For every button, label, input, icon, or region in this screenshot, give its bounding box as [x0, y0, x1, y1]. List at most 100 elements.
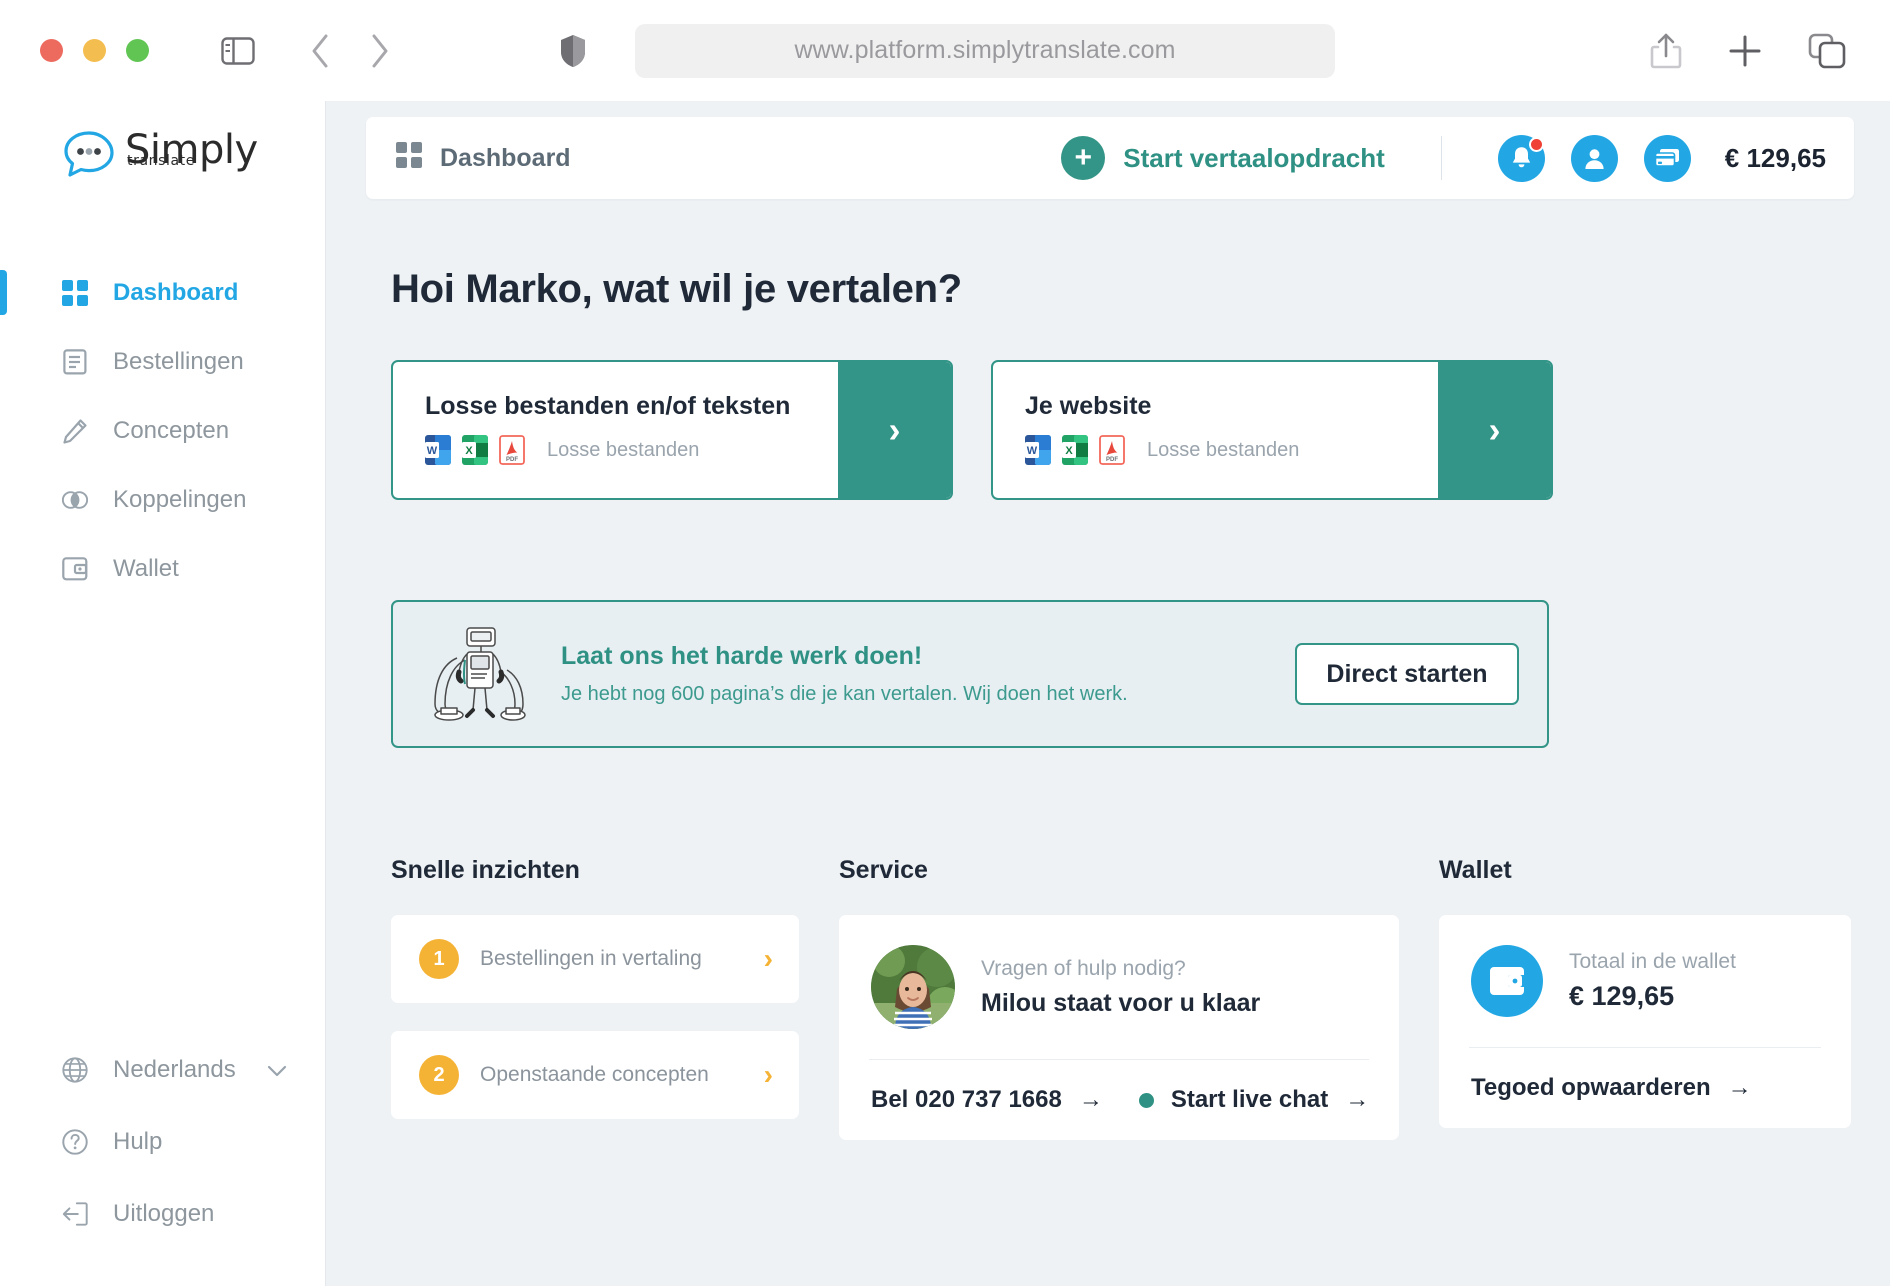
- topbar-icons: € 129,65: [1497, 134, 1826, 182]
- notification-badge: [1528, 136, 1544, 152]
- wallet-title: Wallet: [1439, 856, 1512, 884]
- back-arrow-icon[interactable]: [309, 33, 331, 69]
- document-icon: [62, 348, 88, 375]
- shield-icon[interactable]: [559, 33, 587, 69]
- arrow-right-icon: →: [1345, 1086, 1370, 1113]
- sidebar-item-label: Uitloggen: [113, 1200, 215, 1227]
- quick-insight-label: Openstaande concepten: [480, 1063, 709, 1086]
- wallet-total-label: Totaal in de wallet: [1569, 950, 1736, 973]
- option-card-sub: W X PDF Losse bestanden: [1025, 435, 1438, 465]
- file-type-icons: W X PDF: [1025, 435, 1125, 465]
- service-agent-name: Milou staat voor u klaar: [981, 988, 1261, 1017]
- dashboard-panels: Snelle inzichten 1 Bestellingen in verta…: [391, 856, 1854, 1147]
- live-chat-link[interactable]: Start live chat →: [1138, 1086, 1370, 1114]
- excel-file-icon: X: [462, 435, 488, 465]
- start-translation-button[interactable]: + Start vertaalopdracht: [1061, 136, 1385, 180]
- option-card-website[interactable]: Je website W X PDF Losse bestanden ›: [991, 360, 1553, 500]
- sidebar-item-concepten[interactable]: Concepten: [0, 396, 325, 465]
- quick-insight-row[interactable]: 1 Bestellingen in vertaling ›: [391, 915, 799, 1003]
- option-card-arrow[interactable]: ›: [1438, 362, 1551, 498]
- minimize-window-button[interactable]: [83, 39, 106, 62]
- plus-icon[interactable]: [1728, 34, 1762, 68]
- chevron-right-icon[interactable]: ›: [764, 943, 773, 975]
- page-title: Dashboard: [396, 141, 571, 175]
- app-sidebar: Simply translate Dashboard Bestellingen: [0, 101, 326, 1286]
- sidebar-item-hulp[interactable]: Hulp: [0, 1106, 325, 1178]
- tabs-overview-icon[interactable]: [1808, 33, 1846, 69]
- divider: [1440, 136, 1442, 180]
- sidebar-item-dashboard[interactable]: Dashboard: [0, 258, 325, 327]
- forward-arrow-icon[interactable]: [369, 33, 391, 69]
- service-question: Vragen of hulp nodig?: [981, 956, 1186, 980]
- question-circle-icon: [62, 1129, 88, 1155]
- bell-icon[interactable]: [1497, 134, 1545, 182]
- wallet-icon: [1471, 945, 1543, 1017]
- service-card-top: Vragen of hulp nodig? Milou staat voor u…: [839, 915, 1399, 1059]
- arrow-right-icon: →: [1078, 1086, 1103, 1113]
- pdf-file-icon: PDF: [499, 435, 525, 465]
- quick-insights-title: Snelle inzichten: [391, 856, 580, 884]
- wallet-total-amount: € 129,65: [1569, 981, 1675, 1011]
- promo-title: Laat ons het harde werk doen!: [561, 642, 923, 670]
- chevron-down-icon[interactable]: [267, 1056, 287, 1084]
- call-link[interactable]: Bel 020 737 1668 →: [871, 1086, 1103, 1114]
- option-card-sub: W X PDF Losse bestanden: [425, 435, 838, 465]
- chevron-right-icon[interactable]: ›: [764, 1059, 773, 1091]
- navigation-arrows: [309, 33, 391, 69]
- sidebar-item-koppelingen[interactable]: Koppelingen: [0, 465, 325, 534]
- wallet-labels: Totaal in de wallet € 129,65: [1569, 950, 1736, 1012]
- sidebar-item-wallet[interactable]: Wallet: [0, 534, 325, 603]
- browser-window: www.platform.simplytranslate.com Simply …: [0, 0, 1890, 1286]
- share-icon[interactable]: [1650, 32, 1682, 70]
- sidebar-item-bestellingen[interactable]: Bestellingen: [0, 327, 325, 396]
- pdf-file-icon: PDF: [1099, 435, 1125, 465]
- sidebar-bottom-nav: Nederlands Hulp Uitloggen: [0, 1034, 325, 1286]
- browser-toolbar: www.platform.simplytranslate.com: [0, 0, 1890, 101]
- speech-bubble-logo-icon: [62, 129, 116, 186]
- sidebar-item-label: Hulp: [113, 1128, 163, 1155]
- toolbar-actions: [1650, 32, 1862, 70]
- main-content: Dashboard + Start vertaalopdracht € 129,…: [326, 101, 1890, 1286]
- wallet-panel: Wallet Totaal in de wallet € 129,65 Tego…: [1439, 856, 1851, 1147]
- sidebar-item-label: Dashboard: [113, 278, 239, 306]
- service-panel: Service Vragen of hulp nodig? Milou staa…: [839, 856, 1399, 1147]
- address-bar[interactable]: www.platform.simplytranslate.com: [635, 23, 1335, 78]
- person-icon[interactable]: [1570, 134, 1618, 182]
- service-actions: Bel 020 737 1668 → Start live chat →: [839, 1060, 1399, 1140]
- logo[interactable]: Simply translate: [0, 101, 325, 186]
- option-card-subtext: Losse bestanden: [547, 438, 700, 461]
- sidebar-toggle-icon[interactable]: [221, 36, 255, 65]
- call-label: Bel 020 737 1668: [871, 1086, 1062, 1113]
- option-card-files[interactable]: Losse bestanden en/of teksten W X PDF Lo…: [391, 360, 953, 500]
- file-type-icons: W X PDF: [425, 435, 525, 465]
- topup-label: Tegoed opwaarderen: [1471, 1074, 1711, 1101]
- option-card-title: Losse bestanden en/of teksten: [425, 392, 791, 420]
- word-file-icon: W: [1025, 435, 1051, 465]
- sidebar-item-uitloggen[interactable]: Uitloggen: [0, 1178, 325, 1250]
- svg-text:PDF: PDF: [1106, 457, 1118, 463]
- app-topbar: Dashboard + Start vertaalopdracht € 129,…: [366, 117, 1854, 199]
- maximize-window-button[interactable]: [126, 39, 149, 62]
- plus-icon: +: [1061, 136, 1106, 180]
- window-controls: [40, 39, 149, 62]
- grid-icon: [62, 279, 88, 306]
- promo-subtitle: Je hebt nog 600 pagina’s die je kan vert…: [561, 683, 1128, 705]
- svg-text:PDF: PDF: [506, 457, 518, 463]
- excel-file-icon: X: [1062, 435, 1088, 465]
- grid-icon: [396, 141, 422, 175]
- option-card-arrow[interactable]: ›: [838, 362, 951, 498]
- close-window-button[interactable]: [40, 39, 63, 62]
- quick-insight-row[interactable]: 2 Openstaande concepten ›: [391, 1031, 799, 1119]
- sidebar-item-label: Bestellingen: [113, 347, 244, 375]
- topup-link[interactable]: Tegoed opwaarderen →: [1471, 1074, 1752, 1102]
- option-card-body: Je website W X PDF Losse bestanden: [993, 362, 1438, 498]
- service-labels: Vragen of hulp nodig? Milou staat voor u…: [981, 957, 1260, 1018]
- page-title-label: Dashboard: [440, 143, 571, 172]
- count-badge: 1: [419, 939, 459, 979]
- direct-start-button[interactable]: Direct starten: [1295, 643, 1519, 705]
- wallet-actions: Tegoed opwaarderen →: [1439, 1048, 1851, 1128]
- sidebar-item-language[interactable]: Nederlands: [0, 1034, 325, 1106]
- credit-card-icon[interactable]: [1643, 134, 1691, 182]
- start-translation-label: Start vertaalopdracht: [1123, 142, 1385, 173]
- word-file-icon: W: [425, 435, 451, 465]
